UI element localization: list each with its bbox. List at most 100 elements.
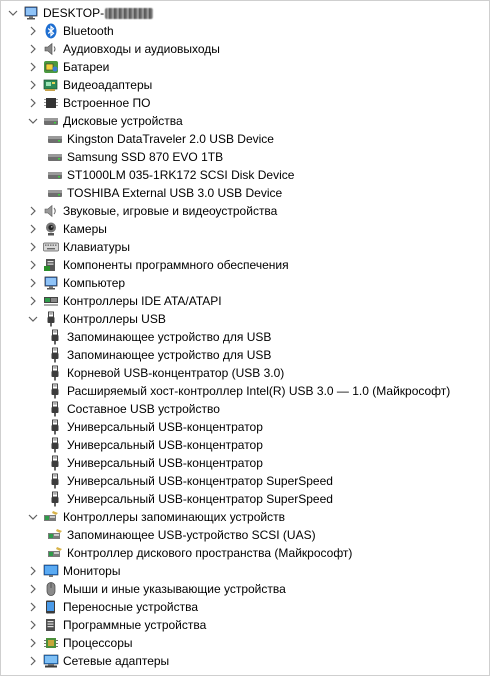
tree-device-item[interactable]: Составное USB устройство: [47, 400, 220, 418]
category-label: Мониторы: [63, 564, 121, 578]
chevron-right-icon[interactable]: [27, 256, 39, 274]
category-label: Аудиовходы и аудиовыходы: [63, 42, 220, 56]
device-label: Универсальный USB-концентратор: [67, 420, 263, 434]
chevron-right-icon[interactable]: [27, 22, 39, 40]
tree-category[interactable]: Контроллеры IDE ATA/ATAPI: [27, 292, 222, 310]
chevron-down-icon[interactable]: [27, 508, 39, 526]
tree-device-item[interactable]: Контроллер дискового пространства (Майкр…: [47, 544, 352, 562]
disk-drive-icon: [43, 113, 59, 129]
category-label: Встроенное ПО: [63, 96, 151, 110]
usb-icon: [47, 383, 63, 399]
usb-icon: [47, 347, 63, 363]
tree-category[interactable]: Встроенное ПО: [27, 94, 150, 112]
tree-category[interactable]: Клавиатуры: [27, 238, 130, 256]
device-label: Samsung SSD 870 EVO 1TB: [67, 150, 224, 164]
software-component-icon: [43, 257, 59, 273]
tree-category[interactable]: Контроллеры запоминающих устройств: [27, 508, 285, 526]
firmware-icon: [43, 95, 59, 111]
tree-device-item[interactable]: Kingston DataTraveler 2.0 USB Device: [47, 130, 274, 148]
tree-category[interactable]: Батареи: [27, 58, 109, 76]
disk-drive-icon: [47, 185, 63, 201]
chevron-right-icon[interactable]: [27, 202, 39, 220]
tree-category[interactable]: Аудиовходы и аудиовыходы: [27, 40, 220, 58]
chevron-right-icon[interactable]: [27, 562, 39, 580]
software-device-icon: [43, 617, 59, 633]
sound-icon: [43, 203, 59, 219]
tree-category[interactable]: Звуковые, игровые и видеоустройства: [27, 202, 277, 220]
tree-category[interactable]: Камеры: [27, 220, 107, 238]
tree-device-item[interactable]: Универсальный USB-концентратор: [47, 418, 263, 436]
category-label: Дисковые устройства: [63, 114, 183, 128]
disk-drive-icon: [47, 131, 63, 147]
usb-icon: [47, 365, 63, 381]
root-label: DESKTOP-: [43, 6, 105, 20]
tree-device-item[interactable]: Корневой USB-концентратор (USB 3.0): [47, 364, 284, 382]
device-label: TOSHIBA External USB 3.0 USB Device: [67, 186, 283, 200]
disk-drive-icon: [47, 167, 63, 183]
tree-device-item[interactable]: Samsung SSD 870 EVO 1TB: [47, 148, 223, 166]
device-label: Запоминающее устройство для USB: [67, 330, 272, 344]
storage-controller-icon: [47, 545, 63, 561]
tree-category[interactable]: Дисковые устройства: [27, 112, 183, 130]
device-label: Универсальный USB-концентратор: [67, 438, 263, 452]
tree-category[interactable]: Видеоадаптеры: [27, 76, 152, 94]
chevron-down-icon[interactable]: [27, 310, 39, 328]
tree-category[interactable]: Мониторы: [27, 562, 120, 580]
chevron-right-icon[interactable]: [27, 580, 39, 598]
tree-device-item[interactable]: Расширяемый хост-контроллер Intel(R) USB…: [47, 382, 450, 400]
category-label: Компьютер: [63, 276, 126, 290]
usb-icon: [47, 491, 63, 507]
tree-device-item[interactable]: Универсальный USB-концентратор: [47, 454, 263, 472]
speaker-icon: [43, 41, 59, 57]
chevron-right-icon[interactable]: [27, 58, 39, 76]
chevron-right-icon[interactable]: [27, 634, 39, 652]
tree-device-item[interactable]: Универсальный USB-концентратор SuperSpee…: [47, 472, 333, 490]
tree-category[interactable]: Компоненты программного обеспечения: [27, 256, 289, 274]
tree-device-item[interactable]: Запоминающее USB-устройство SCSI (UAS): [47, 526, 316, 544]
chevron-right-icon[interactable]: [27, 94, 39, 112]
redacted-hostname: [105, 7, 154, 19]
chevron-right-icon[interactable]: [27, 274, 39, 292]
chevron-right-icon[interactable]: [27, 616, 39, 634]
tree-device-item[interactable]: Запоминающее устройство для USB: [47, 346, 271, 364]
chevron-right-icon[interactable]: [27, 292, 39, 310]
tree-device-item[interactable]: ST1000LM 035-1RK172 SCSI Disk Device: [47, 166, 294, 184]
chevron-right-icon[interactable]: [27, 652, 39, 670]
tree-device-item[interactable]: Универсальный USB-концентратор SuperSpee…: [47, 490, 333, 508]
tree-root-computer[interactable]: DESKTOP-: [7, 4, 154, 22]
tree-device-item[interactable]: TOSHIBA External USB 3.0 USB Device: [47, 184, 282, 202]
chevron-right-icon[interactable]: [27, 238, 39, 256]
chevron-right-icon[interactable]: [27, 220, 39, 238]
monitor-icon: [43, 563, 59, 579]
category-label: Контроллеры запоминающих устройств: [63, 510, 285, 524]
tree-category[interactable]: Bluetooth: [27, 22, 114, 40]
chevron-right-icon[interactable]: [27, 76, 39, 94]
tree-device-item[interactable]: Универсальный USB-концентратор: [47, 436, 263, 454]
device-label: Универсальный USB-концентратор SuperSpee…: [67, 492, 333, 506]
camera-icon: [43, 221, 59, 237]
chevron-down-icon[interactable]: [27, 112, 39, 130]
bluetooth-icon: [43, 23, 59, 39]
tree-category[interactable]: Сетевые адаптеры: [27, 652, 169, 670]
usb-icon: [47, 455, 63, 471]
chevron-down-icon[interactable]: [7, 4, 19, 22]
computer-icon: [23, 5, 39, 21]
tree-device-item[interactable]: Запоминающее устройство для USB: [47, 328, 271, 346]
tree-category[interactable]: Процессоры: [27, 634, 133, 652]
device-label: Kingston DataTraveler 2.0 USB Device: [67, 132, 274, 146]
tree-category[interactable]: Программные устройства: [27, 616, 206, 634]
chevron-right-icon[interactable]: [27, 598, 39, 616]
tree-category[interactable]: Переносные устройства: [27, 598, 198, 616]
category-label: Процессоры: [63, 636, 133, 650]
tree-category[interactable]: Мыши и иные указывающие устройства: [27, 580, 286, 598]
usb-icon: [43, 311, 59, 327]
processor-icon: [43, 635, 59, 651]
device-label: Универсальный USB-концентратор: [67, 456, 263, 470]
usb-icon: [47, 419, 63, 435]
network-adapter-icon: [43, 653, 59, 669]
tree-category[interactable]: Контроллеры USB: [27, 310, 166, 328]
chevron-right-icon[interactable]: [27, 40, 39, 58]
tree-category[interactable]: Компьютер: [27, 274, 125, 292]
device-label: Запоминающее устройство для USB: [67, 348, 272, 362]
category-label: Камеры: [63, 222, 107, 236]
